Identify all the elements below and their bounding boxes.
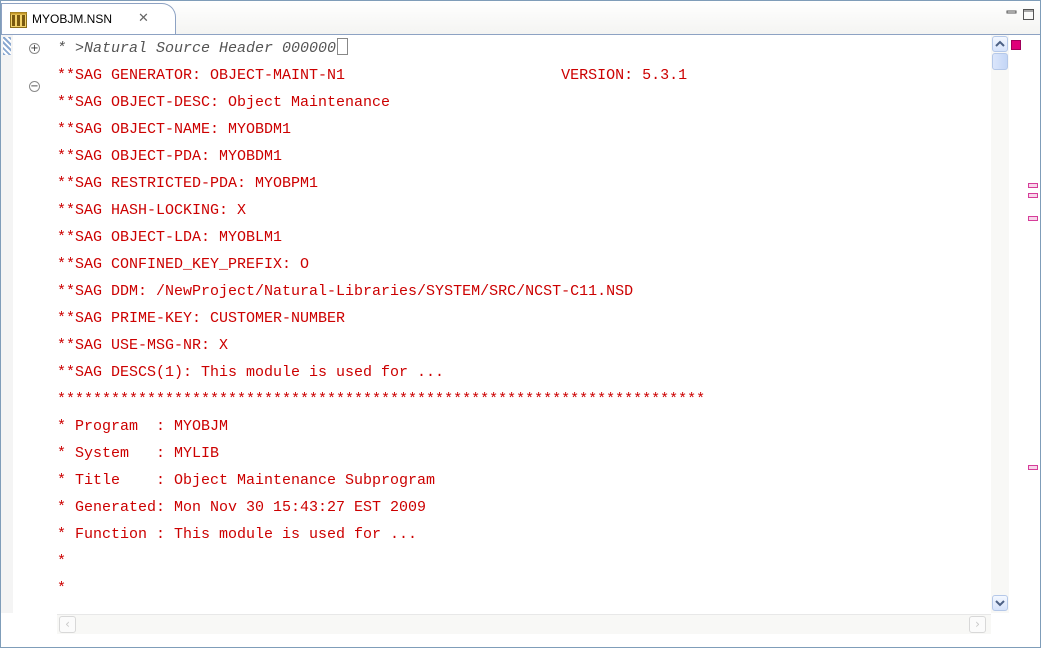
scroll-left-button[interactable]: ‹ [59,616,76,633]
expand-fold-icon[interactable]: + [29,43,40,54]
vertical-scrollbar[interactable] [991,35,1009,613]
tab-bar: MYOBJM.NSN ✕ [1,1,1040,35]
folding-ruler: + − [13,35,57,613]
editor-window: MYOBJM.NSN ✕ + − * >Natural Source Heade… [0,0,1041,648]
code-line: * System : MYLIB [57,445,220,462]
code-line: **SAG DDM: /NewProject/Natural-Libraries… [57,283,634,300]
chevron-down-icon [995,600,1005,607]
code-line: **SAG CONFINED_KEY_PREFIX: O [57,256,310,273]
header-text: * >Natural Source Header 000000 [57,40,337,57]
current-line-marker [3,37,11,55]
scroll-up-button[interactable] [992,36,1008,52]
source-editor[interactable]: + − * >Natural Source Header 000000 **SA… [1,35,1040,647]
overview-marker[interactable] [1028,465,1038,470]
collapse-fold-icon[interactable]: − [29,81,40,92]
scroll-right-button[interactable]: › [969,616,986,633]
code-line: **SAG PRIME-KEY: CUSTOMER-NUMBER [57,310,346,327]
code-line: **SAG OBJECT-PDA: MYOBDM1 [57,148,283,165]
overview-ruler [1025,35,1040,613]
code-area[interactable]: * >Natural Source Header 000000 **SAG GE… [57,35,987,613]
overview-marker[interactable] [1028,183,1038,188]
overview-marker[interactable] [1028,193,1038,198]
code-line: **SAG OBJECT-LDA: MYOBLM1 [57,229,283,246]
code-line-header: * >Natural Source Header 000000 [57,35,349,62]
code-line: * Generated: Mon Nov 30 15:43:27 EST 200… [57,499,427,516]
code-line: **SAG GENERATOR: OBJECT-MAINT-N1 VERSION… [57,67,688,84]
code-line: **SAG HASH-LOCKING: X [57,202,247,219]
chevron-left-icon: ‹ [65,617,70,631]
code-line: **SAG USE-MSG-NR: X [57,337,229,354]
chevron-up-icon [995,40,1005,47]
code-line: **SAG OBJECT-NAME: MYOBDM1 [57,121,292,138]
code-line: **SAG DESCS(1): This module is used for … [57,364,445,381]
code-line: * [57,553,67,570]
minimize-icon[interactable] [1005,7,1019,21]
code-line: * Function : This module is used for ... [57,526,418,543]
left-ruler [1,35,13,613]
code-line: * [57,580,67,597]
close-icon[interactable]: ✕ [138,11,149,26]
natural-source-file-icon [10,12,27,28]
maximize-icon[interactable] [1022,7,1036,21]
code-line: ****************************************… [57,391,706,408]
overview-marker[interactable] [1028,216,1038,221]
horizontal-scrollbar[interactable]: ‹ › [57,614,991,634]
scroll-thumb[interactable] [992,53,1008,70]
error-summary-icon[interactable] [1011,40,1021,50]
code-line: **SAG RESTRICTED-PDA: MYOBPM1 [57,175,319,192]
chevron-right-icon: › [975,617,980,631]
text-caret [337,38,349,55]
tab-label: MYOBJM.NSN [32,12,113,26]
tab-myobjm-nsn[interactable]: MYOBJM.NSN ✕ [1,3,176,34]
code-line: * Program : MYOBJM [57,418,229,435]
scroll-down-button[interactable] [992,595,1008,611]
code-line: * Title : Object Maintenance Subprogram [57,472,436,489]
code-line: **SAG OBJECT-DESC: Object Maintenance [57,94,391,111]
